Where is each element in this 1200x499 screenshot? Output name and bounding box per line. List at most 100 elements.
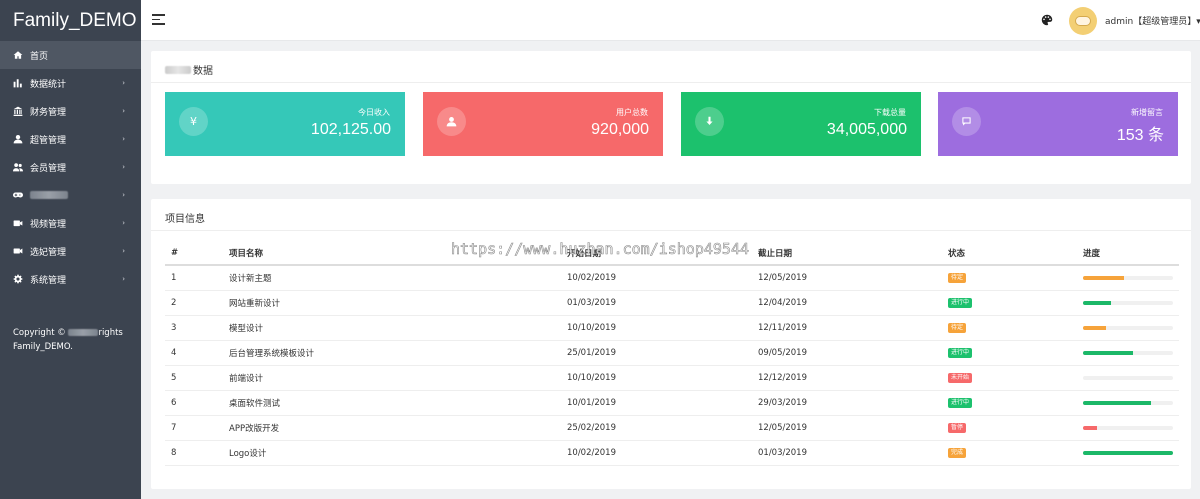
progress-fill	[1083, 300, 1111, 305]
stat-card: 新增留言 153 条	[938, 92, 1178, 156]
stat-card-label: 下载总量	[874, 108, 906, 117]
sidebar-item-label: 超管管理	[30, 135, 67, 146]
column-header[interactable]: 开始日期	[561, 242, 752, 266]
table-row[interactable]: 4 后台管理系统模板设计 25/01/2019 09/05/2019 进行中	[165, 340, 1179, 366]
gamepad-icon	[12, 189, 24, 201]
stat-card-label: 新增留言	[1131, 108, 1163, 117]
avatar[interactable]	[1069, 7, 1097, 35]
progress-bar	[1083, 425, 1173, 430]
cell-progress	[1077, 265, 1179, 291]
topbar: admin【超级管理员】▾	[141, 0, 1200, 41]
cell-progress	[1077, 440, 1179, 466]
message-icon	[952, 107, 981, 136]
stat-card: 下载总量 34,005,000	[681, 92, 921, 156]
sidebar-item-2[interactable]: 财务管理 ›	[0, 97, 141, 125]
cell-name: 前端设计	[223, 365, 561, 391]
cell-num: 2	[165, 290, 223, 316]
cell-start: 10/02/2019	[561, 440, 752, 466]
sidebar-item-3[interactable]: 超管管理 ›	[0, 125, 141, 153]
column-header[interactable]: 项目名称	[223, 242, 561, 266]
table-row[interactable]: 5 前端设计 10/10/2019 12/12/2019 未开始	[165, 365, 1179, 391]
bar-chart-icon	[12, 77, 24, 89]
table-row[interactable]: 7 APP改版开发 25/02/2019 12/05/2019 暂停	[165, 415, 1179, 441]
chevron-right-icon: ›	[122, 163, 125, 171]
cell-progress	[1077, 315, 1179, 341]
user-icon	[437, 107, 466, 136]
progress-fill	[1083, 350, 1134, 355]
brand-logo[interactable]: Family_DEMO	[0, 0, 141, 41]
user-menu[interactable]: admin【超级管理员】▾	[1105, 14, 1200, 27]
cell-start: 10/02/2019	[561, 265, 752, 291]
chevron-right-icon: ›	[122, 79, 125, 87]
sidebar-item-label: 会员管理	[30, 163, 67, 174]
yen-icon: ¥	[179, 107, 208, 136]
cell-end: 12/11/2019	[752, 315, 942, 341]
status-badge: 待定	[948, 273, 967, 284]
copyright-prefix: Copyright ©	[13, 328, 66, 338]
sidebar-item-label: 系统管理	[30, 275, 67, 286]
cell-start: 10/10/2019	[561, 315, 752, 341]
stat-card-value: 153 条	[1116, 127, 1164, 144]
table-row[interactable]: 8 Logo设计 10/02/2019 01/03/2019 完成	[165, 440, 1179, 466]
copyright-line2: Family_DEMO.	[13, 342, 73, 352]
status-badge: 进行中	[948, 298, 973, 308]
copyright-suffix: rights	[98, 328, 123, 338]
sidebar-item-4[interactable]: 会员管理 ›	[0, 153, 141, 181]
sidebar-item-label: 首页	[30, 51, 49, 62]
cell-num: 4	[165, 340, 223, 366]
cell-progress	[1077, 415, 1179, 441]
column-header[interactable]: 截止日期	[752, 242, 942, 266]
progress-fill	[1083, 425, 1098, 430]
sidebar-item-7[interactable]: 选妃管理 ›	[0, 237, 141, 265]
copyright: Copyright © rights Family_DEMO.	[13, 326, 123, 354]
cell-num: 5	[165, 365, 223, 391]
stat-card-label: 今日收入	[358, 108, 390, 117]
table-row[interactable]: 1 设计新主题 10/02/2019 12/05/2019 待定	[165, 265, 1179, 291]
table-row[interactable]: 2 网站重新设计 01/03/2019 12/04/2019 进行中	[165, 290, 1179, 316]
cell-name: Logo设计	[223, 440, 561, 466]
cell-num: 7	[165, 415, 223, 441]
sidebar-item-label: 财务管理	[30, 107, 67, 118]
cell-status: 进行中	[942, 340, 1077, 366]
progress-bar	[1083, 350, 1173, 355]
cell-status: 完成	[942, 440, 1077, 466]
progress-fill	[1083, 400, 1152, 405]
stats-title: 数据	[165, 62, 213, 77]
stat-card-value: 102,125.00	[310, 121, 391, 138]
column-header[interactable]: #	[165, 242, 223, 266]
cell-status: 进行中	[942, 390, 1077, 416]
cell-start: 25/01/2019	[561, 340, 752, 366]
bank-icon	[12, 105, 24, 117]
cell-start: 10/01/2019	[561, 390, 752, 416]
sidebar-item-1[interactable]: 数据统计 ›	[0, 69, 141, 97]
cell-start: 10/10/2019	[561, 365, 752, 391]
progress-bar	[1083, 300, 1173, 305]
menu-toggle-icon[interactable]	[152, 14, 165, 26]
table-header-row: # 项目名称 开始日期 截止日期 状态 进度	[165, 242, 1179, 266]
cell-progress	[1077, 340, 1179, 366]
status-badge: 未开始	[948, 373, 973, 383]
chevron-right-icon: ›	[122, 135, 125, 143]
sidebar-item-5[interactable]: ›	[0, 181, 141, 209]
sidebar-item-label: 选妃管理	[30, 247, 67, 258]
cell-end: 12/05/2019	[752, 415, 942, 441]
cell-num: 1	[165, 265, 223, 291]
cell-progress	[1077, 390, 1179, 416]
cell-num: 6	[165, 390, 223, 416]
chevron-right-icon: ›	[122, 191, 125, 199]
table-row[interactable]: 6 桌面软件测试 10/01/2019 29/03/2019 进行中	[165, 390, 1179, 416]
sidebar-item-8[interactable]: 系统管理 ›	[0, 265, 141, 293]
status-badge: 进行中	[948, 348, 973, 358]
progress-bar	[1083, 375, 1173, 380]
column-header[interactable]: 进度	[1077, 242, 1179, 266]
stat-card-value: 34,005,000	[826, 121, 907, 138]
column-header[interactable]: 状态	[942, 242, 1077, 266]
sidebar-nav: 首页 数据统计 › 财务管理 › 超管管理 › 会员管理 › › 视频管理 › 选妃管理 › 系统管理 ›	[0, 41, 141, 293]
cell-status: 进行中	[942, 290, 1077, 316]
sidebar-item-6[interactable]: 视频管理 ›	[0, 209, 141, 237]
table-row[interactable]: 3 模型设计 10/10/2019 12/11/2019 待定	[165, 315, 1179, 341]
sidebar-item-0[interactable]: 首页	[0, 41, 141, 69]
palette-icon[interactable]	[1041, 14, 1053, 26]
cell-status: 暂停	[942, 415, 1077, 441]
video-camera-icon	[12, 245, 24, 257]
